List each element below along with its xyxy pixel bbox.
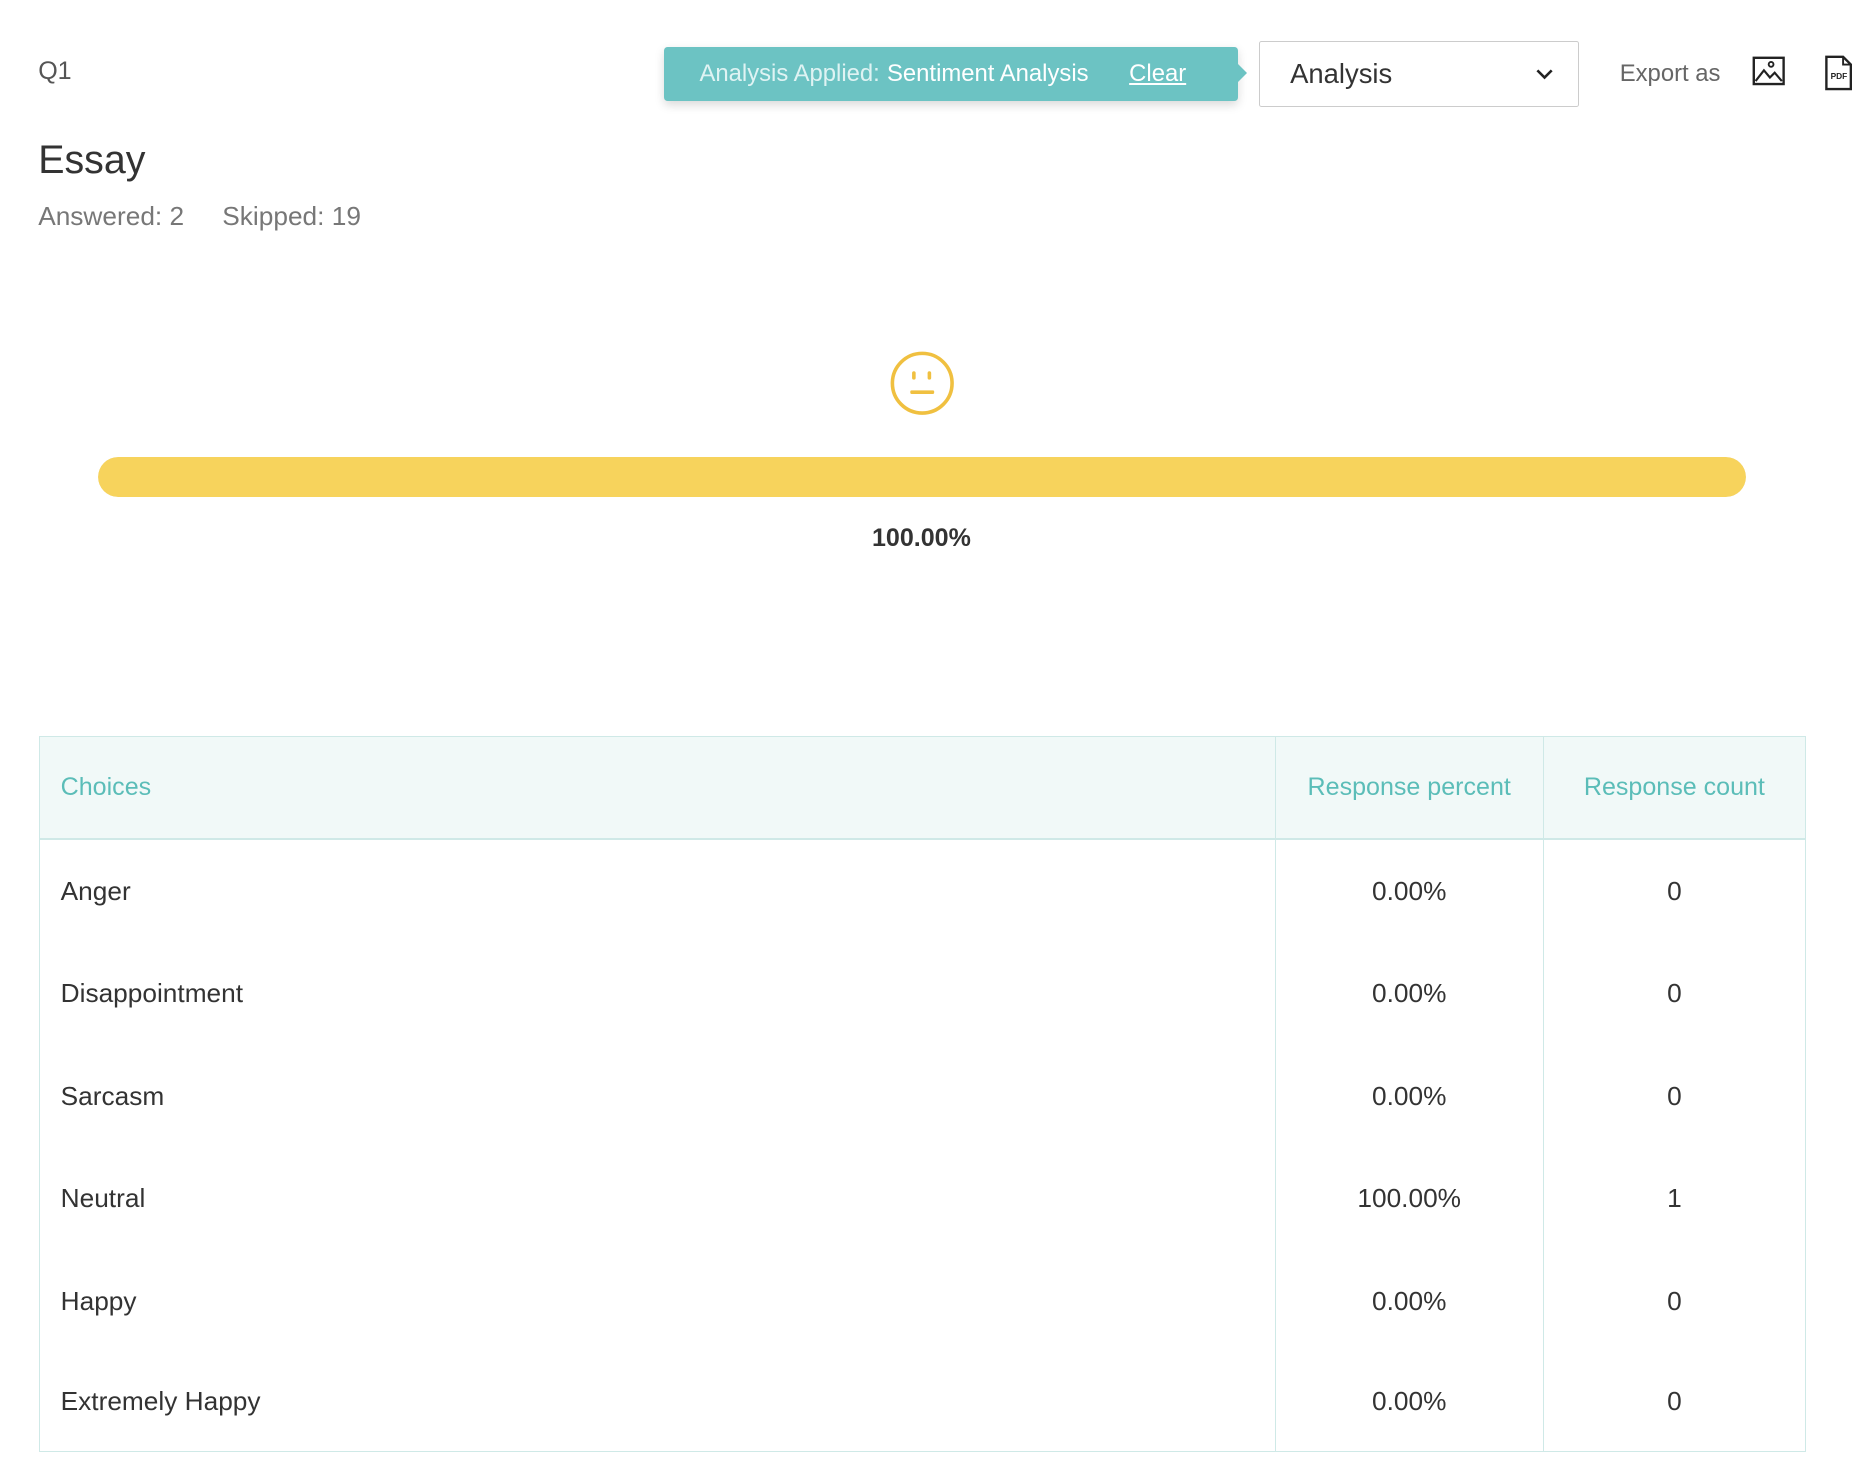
table-row: Anger 0.00% 0 [39,838,1806,943]
percent-cell: 0.00% [1274,1044,1544,1148]
percent-cell: 0.00% [1274,838,1544,943]
table-row: Disappointment 0.00% 0 [39,942,1806,1045]
table-row: Happy 0.00% 0 [39,1250,1806,1353]
question-type: Essay [38,138,146,183]
analysis-dropdown[interactable]: Analysis [1259,40,1579,108]
count-cell: 0 [1542,1352,1806,1452]
sentiment-progress-bar [97,457,1747,497]
neutral-face-icon [891,351,955,415]
skipped-count: Skipped: 19 [222,200,361,231]
header-response-count: Response count [1542,736,1806,840]
percent-cell: 0.00% [1274,1250,1544,1353]
count-cell: 0 [1542,942,1806,1045]
dropdown-selected: Analysis [1290,57,1393,89]
choice-cell: Sarcasm [39,1044,1276,1148]
choice-cell: Extremely Happy [39,1352,1276,1452]
choice-cell: Disappointment [39,942,1276,1045]
choice-cell: Anger [39,838,1276,943]
choice-cell: Neutral [39,1147,1276,1251]
table-row: Sarcasm 0.00% 0 [39,1044,1806,1148]
choice-cell: Happy [39,1250,1276,1353]
banner-value: Sentiment Analysis [886,59,1089,87]
pdf-icon[interactable]: PDF [1824,55,1853,91]
clear-analysis-link[interactable]: Clear [1129,60,1186,88]
count-cell: 0 [1542,1044,1806,1148]
svg-text:PDF: PDF [1830,71,1847,81]
question-number: Q1 [38,57,72,86]
banner-label: Analysis Applied: [699,59,880,87]
image-icon[interactable] [1752,56,1786,87]
table-row: Neutral 100.00% 1 [39,1147,1806,1251]
table-row: Extremely Happy 0.00% 0 [39,1352,1806,1452]
percent-cell: 100.00% [1274,1147,1544,1251]
table-header-row: Choices Response percent Response count [39,736,1806,840]
sentiment-progress-fill [97,457,1747,497]
header-response-percent: Response percent [1274,736,1544,840]
percent-cell: 0.00% [1274,942,1544,1045]
percent-cell: 0.00% [1274,1352,1544,1452]
count-cell: 0 [1542,1250,1806,1353]
export-label: Export as [1619,59,1721,87]
analysis-applied-banner: Analysis Applied: Sentiment Analysis Cle… [663,46,1248,102]
count-cell: 1 [1542,1147,1806,1251]
chevron-down-icon [1536,69,1553,80]
header-choices: Choices [39,736,1276,840]
sentiment-table: Choices Response percent Response count … [39,736,1806,1452]
count-cell: 0 [1542,838,1806,943]
response-stats: Answered: 2 Skipped: 19 [38,201,361,232]
sentiment-percent: 100.00% [872,523,971,552]
question-summary: Q1 Analysis Applied: Sentiment Analysis … [0,0,1862,1484]
answered-count: Answered: 2 [38,200,185,231]
